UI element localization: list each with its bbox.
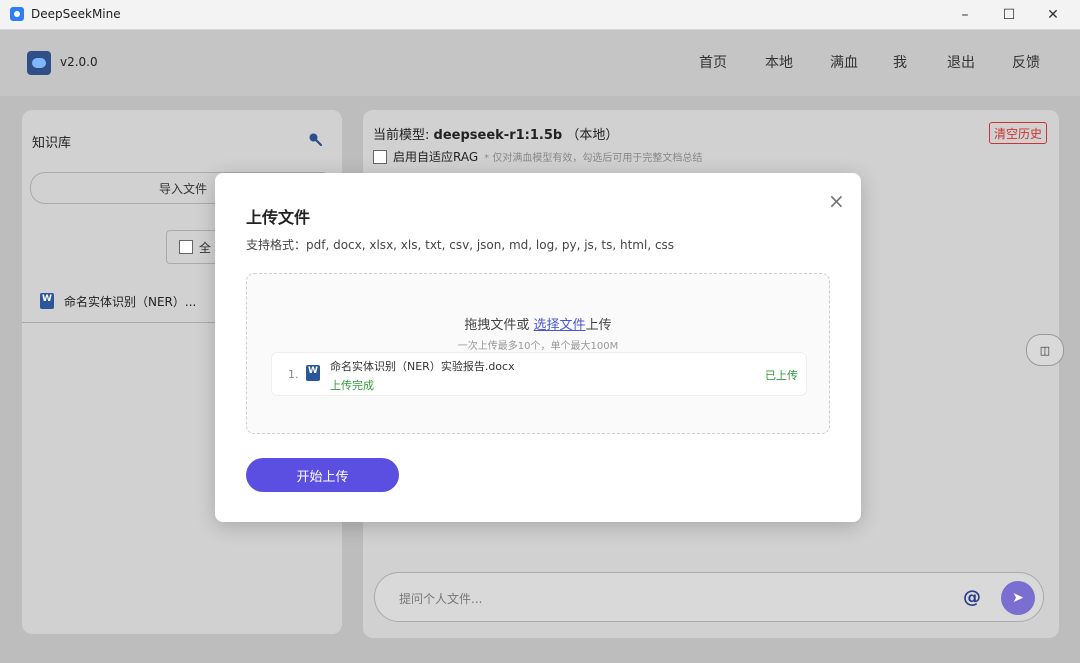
- supported-formats: 支持格式：pdf, docx, xlsx, xls, txt, csv, jso…: [246, 238, 675, 252]
- drop-hint: 一次上传最多10个，单个最大100M: [457, 341, 619, 352]
- select-file-link[interactable]: 选择文件: [534, 318, 586, 333]
- upload-file-row: 1. 命名实体识别（NER）实验报告.docx 上传完成 已上传: [271, 352, 807, 396]
- nav-feedback[interactable]: 反馈: [1012, 52, 1040, 72]
- kb-title: 知识库: [32, 136, 72, 151]
- clear-history-button[interactable]: 清空历史: [988, 122, 1047, 144]
- select-all-label: 全: [199, 240, 212, 255]
- app-logo-icon: [27, 51, 51, 75]
- app-header: v2.0.0 首页 本地 满血 我 退出 反馈: [0, 30, 1080, 96]
- maximize-button[interactable]: ☐: [986, 0, 1032, 29]
- file-name: 命名实体识别（NER）实验报告.docx: [330, 360, 515, 373]
- window-titlebar: DeepSeekMine – ☐ ✕: [0, 0, 1080, 30]
- drop-zone[interactable]: 拖拽文件或 选择文件上传 一次上传最多10个，单个最大100M 1. 命名实体识…: [246, 273, 830, 434]
- search-icon[interactable]: [308, 132, 322, 146]
- drop-text: 拖拽文件或 选择文件上传: [247, 314, 829, 333]
- start-upload-button[interactable]: 开始上传: [246, 458, 399, 492]
- collapse-panel-icon[interactable]: ◫: [1026, 334, 1064, 366]
- window-title: DeepSeekMine: [31, 7, 121, 21]
- nav-full[interactable]: 满血: [830, 52, 858, 72]
- send-button[interactable]: ➤: [1001, 581, 1035, 615]
- upload-status: 上传完成: [330, 379, 374, 392]
- app-icon: [10, 7, 24, 21]
- current-model: 当前模型: deepseek-r1:1.5b （本地）: [373, 124, 618, 143]
- model-name: deepseek-r1:1.5b: [433, 128, 563, 143]
- word-doc-icon: [306, 365, 320, 381]
- word-doc-icon: [40, 293, 54, 309]
- rag-checkbox[interactable]: [373, 149, 387, 164]
- rag-label: 启用自适应RAG: [393, 150, 479, 164]
- mention-icon[interactable]: @: [963, 587, 981, 608]
- drop-text-before: 拖拽文件或: [464, 318, 534, 333]
- upload-dialog: × 上传文件 支持格式：pdf, docx, xlsx, xls, txt, c…: [215, 173, 861, 522]
- rag-hint: * 仅对满血模型有效，勾选后可用于完整文档总结: [484, 153, 703, 164]
- file-index: 1.: [288, 368, 299, 381]
- drop-text-after: 上传: [585, 318, 612, 333]
- nav-local[interactable]: 本地: [765, 52, 793, 72]
- uploaded-badge: 已上传: [765, 369, 798, 382]
- version-label: v2.0.0: [60, 55, 98, 69]
- dialog-title: 上传文件: [246, 208, 311, 227]
- model-suffix: （本地）: [566, 128, 619, 143]
- prompt-placeholder: 提问个人文件...: [399, 592, 483, 606]
- close-icon[interactable]: ×: [828, 191, 846, 211]
- kb-file-name: 命名实体识别（NER）...: [64, 294, 197, 309]
- minimize-button[interactable]: –: [942, 0, 988, 29]
- model-prefix: 当前模型:: [373, 128, 430, 143]
- select-all-checkbox[interactable]: [179, 240, 193, 254]
- nav-logout[interactable]: 退出: [947, 52, 975, 72]
- prompt-input[interactable]: 提问个人文件... @ ➤: [374, 572, 1044, 622]
- rag-option[interactable]: 启用自适应RAG * 仅对满血模型有效，勾选后可用于完整文档总结: [373, 148, 702, 165]
- nav-home[interactable]: 首页: [699, 52, 727, 72]
- nav-me[interactable]: 我: [893, 52, 907, 72]
- close-window-button[interactable]: ✕: [1030, 0, 1076, 29]
